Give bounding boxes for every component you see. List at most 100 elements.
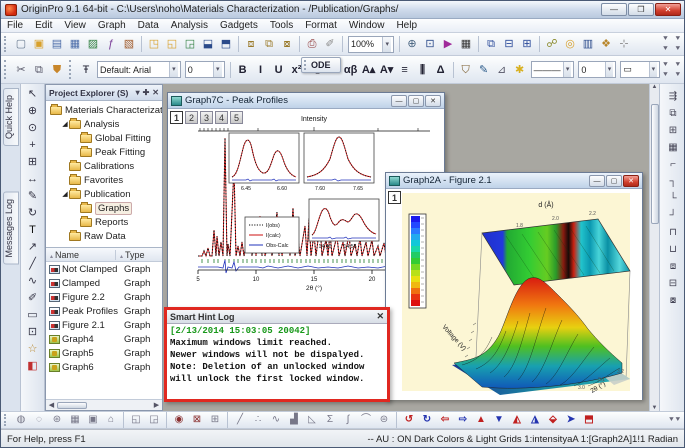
region-of-interest-icon[interactable]: ◉ [171,413,187,427]
close-icon[interactable]: ✕ [376,311,384,322]
align-icon[interactable]: ≡ [397,62,413,78]
arrange-windows-icon[interactable]: ⊟ [501,36,517,52]
3d-stretch-icon[interactable]: ◭ [509,413,525,427]
code-builder-icon[interactable]: ☍ [544,36,560,52]
tree-item-analysis[interactable]: ◢ Analysis [46,117,162,131]
fit-layers-to-page-icon[interactable]: ⊟ [664,275,682,292]
theme-organizer-icon[interactable]: ❖ [598,36,614,52]
restore-button[interactable]: ❐ [628,3,654,16]
add-right-y-layer-icon[interactable]: ┐ [664,173,682,190]
pointer-icon[interactable]: ↖ [24,86,42,103]
close-button[interactable]: ✕ [425,94,441,107]
list-header[interactable]: ▴ Name ▴ Type [46,248,162,262]
screen-reader-icon[interactable]: + [24,137,42,154]
new-layout-icon[interactable]: ▧ [121,36,137,52]
tree-item-calibrations[interactable]: Calibrations [46,159,162,173]
snap-tool-icon[interactable]: ✐ [322,36,338,52]
merge-graphs-icon[interactable]: ⧉ [664,105,682,122]
draw-line-icon[interactable]: ╱ [232,413,248,427]
layer-arrange-icon[interactable]: ⇶ [664,88,682,105]
menu-graph[interactable]: Graph [92,20,132,31]
font-button-icon[interactable]: Ŧ [78,62,94,78]
add-left-y-layer-icon[interactable]: ┘ [664,207,682,224]
stats-tool-icon[interactable]: Σ [322,413,338,427]
pattern-color-icon[interactable]: ⊿ [494,62,510,78]
project-explorer-header[interactable]: Project Explorer (S) ▾ ✚ ✕ [46,85,162,101]
new-project-icon[interactable]: ▢ [13,36,29,52]
underline-icon[interactable]: U [271,62,287,78]
add-roi-icon[interactable]: ⊠ [189,413,205,427]
open-excel-icon[interactable]: ◲ [182,36,198,52]
maximize-button[interactable]: ▢ [408,94,424,107]
font-size-combo[interactable]: 0 ▾ [184,61,225,78]
data-selector-icon[interactable]: ↔ [24,171,42,188]
unmask-range-icon[interactable]: ◌ [31,413,47,427]
freehand-tool-icon[interactable]: ✐ [24,290,42,307]
title-bar[interactable]: OriginPro 9.1 64-bit - C:\Users\noho\Mat… [1,1,684,19]
toolbar-overflow-icon[interactable]: ⯆⯆ [662,34,668,54]
window-row-figure-2.1[interactable]: Figure 2.1 Graph [46,318,162,332]
import-single-ascii-icon[interactable]: ⧉ [261,36,277,52]
horizontal-scrollbar[interactable]: ◀ ▶ [46,399,162,410]
close-button[interactable]: ✕ [655,3,681,16]
tree-item-peak-fitting[interactable]: Peak Fitting [46,145,162,159]
extract-layers-icon[interactable]: ⊞ [664,122,682,139]
menu-gadgets[interactable]: Gadgets [214,20,264,31]
add-bottom-x-layer-icon[interactable]: └ [664,190,682,207]
border-combo[interactable]: ▭ ▾ [620,61,661,78]
import-multiple-ascii-icon[interactable]: ⧇ [279,36,295,52]
new-function-graph-icon[interactable]: ƒ [103,36,119,52]
mask-color-icon[interactable]: ⌂ [103,413,119,427]
column-type[interactable]: Type [125,250,145,260]
cut-icon[interactable]: ✂ [13,62,29,78]
menu-view[interactable]: View [58,20,92,31]
zoom-pan-icon[interactable]: ⊙ [24,120,42,137]
draw-column-icon[interactable]: ▟ [286,413,302,427]
tab-messages-log[interactable]: Messages Log [3,192,19,265]
custom-routine-icon[interactable]: ◎ [562,36,578,52]
3d-perspective-icon[interactable]: ⬙ [545,413,561,427]
new-folder-icon[interactable]: ▣ [31,36,47,52]
zoom-in-graph-icon[interactable]: ◱ [128,413,144,427]
3d-rotate-ccw-icon[interactable]: ↺ [401,413,417,427]
tree-item-favorites[interactable]: Favorites [46,173,162,187]
fft-tool-icon[interactable]: ⌒ [358,413,374,427]
insert-graph-icon[interactable]: ⊡ [24,324,42,341]
toolbar-overflow-icon[interactable]: ⯆⯆ [668,415,681,425]
arrow-tool-icon[interactable]: ↗ [24,239,42,256]
menu-file[interactable]: File [1,20,29,31]
save-project-icon[interactable]: ⬓ [200,36,216,52]
menu-data[interactable]: Data [132,20,165,31]
toolbar-grip[interactable] [304,60,309,70]
graph2a-title-bar[interactable]: Graph2A - Figure 2.1 — ▢ ✕ [386,173,642,189]
bold-icon[interactable]: B [235,62,251,78]
mask-points-icon[interactable]: ⊛ [49,413,65,427]
3d-tilt-down-icon[interactable]: ▼ [491,413,507,427]
add-top-x-layer-icon[interactable]: ⌐ [664,156,682,173]
clear-roi-icon[interactable]: ⊞ [207,413,223,427]
smart-hint-log-title-bar[interactable]: Smart Hint Log ✕ [167,310,387,324]
window-row-graph6[interactable]: Graph6 Graph [46,360,162,374]
greek-icon[interactable]: αβ [343,62,359,78]
chevron-down-icon[interactable]: ▾ [562,62,572,77]
graph7c-title-bar[interactable]: Graph7C - Peak Profiles — ▢ ✕ [168,93,444,109]
data-reader-icon[interactable]: ⊞ [24,154,42,171]
open-icon[interactable]: ◳ [146,36,162,52]
toolbar-grip[interactable] [4,36,9,52]
zoom-in-icon[interactable]: ⊕ [24,103,42,120]
scrollbar-thumb[interactable] [650,104,659,224]
3d-shrink-icon[interactable]: ◮ [527,413,543,427]
slide-show-icon[interactable]: ▶ [440,36,456,52]
ode-floating-toolbar[interactable]: ODE [301,57,341,73]
toolbar-grip[interactable] [68,60,74,79]
new-matrix-icon[interactable]: ▦ [67,36,83,52]
chevron-down-icon[interactable]: ▾ [382,36,391,52]
line-tool-icon[interactable]: ╱ [24,256,42,273]
tree-item-global-fitting[interactable]: Global Fitting [46,131,162,145]
full-screen-view-icon[interactable]: ⊡ [422,36,438,52]
tree-item-graphs[interactable]: Graphs [46,201,162,215]
open-template-icon[interactable]: ◱ [164,36,180,52]
curve-tool-icon[interactable]: ∿ [24,273,42,290]
scroll-up-icon[interactable]: ▲ [652,84,658,90]
menu-format[interactable]: Format [299,20,343,31]
